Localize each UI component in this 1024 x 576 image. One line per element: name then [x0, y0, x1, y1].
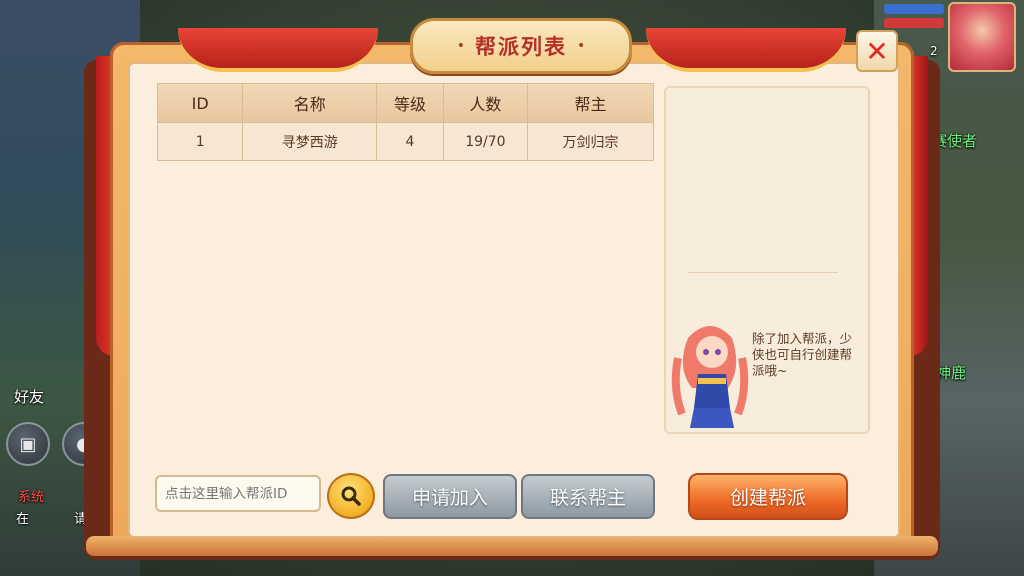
close-icon: ✕	[865, 34, 889, 68]
cell-level: 4	[377, 123, 444, 160]
mp-bar	[884, 4, 944, 14]
game-screen: 2 巅峰赛使者 超级神鹿 泡 好友 ▣ ● 系统 在 请各位少 • 帮派列表 •…	[0, 0, 1024, 576]
contact-leader-button[interactable]: 联系帮主	[521, 474, 655, 519]
apply-join-button[interactable]: 申请加入	[383, 474, 517, 519]
table-row[interactable]: 1 寻梦西游 4 19/70 万剑归宗	[158, 123, 653, 160]
chat-line-prefix: 在	[16, 512, 30, 527]
level-badge: 2	[930, 44, 938, 58]
friends-label[interactable]: 好友	[14, 386, 44, 407]
title-banner: • 帮派列表 •	[410, 18, 632, 74]
column-header-name: 名称	[243, 84, 378, 122]
detail-divider	[688, 272, 838, 273]
dialog-bottom-rim	[86, 536, 938, 556]
search-icon	[341, 486, 361, 506]
dialog-title: 帮派列表	[475, 35, 567, 59]
system-channel-tag: 系统	[18, 490, 45, 505]
title-dot-right: •	[577, 38, 586, 54]
npc-girl-illustration	[671, 326, 749, 428]
column-header-members: 人数	[444, 84, 529, 122]
chat-button[interactable]: ▣	[6, 422, 50, 466]
close-button[interactable]: ✕	[856, 30, 898, 72]
column-header-id: ID	[158, 84, 244, 122]
player-portrait[interactable]	[948, 2, 1016, 72]
column-header-leader: 帮主	[574, 95, 607, 114]
table-header: ID 名称 等级 人数 帮主	[158, 84, 653, 123]
search-button[interactable]	[327, 473, 375, 519]
chat-icon: ▣	[19, 433, 37, 455]
create-guild-button[interactable]: 创建帮派	[688, 473, 848, 520]
cell-name: 寻梦西游	[243, 123, 378, 160]
cell-members: 19/70	[444, 123, 529, 160]
npc-tip-text: 除了加入帮派，少侠也可自行创建帮派哦~	[752, 331, 853, 378]
drape-right-decoration	[646, 28, 846, 72]
column-header-level: 等级	[377, 84, 444, 122]
cell-leader: 万剑归宗	[562, 134, 619, 151]
guild-id-search-input[interactable]	[155, 475, 321, 512]
title-dot-left: •	[456, 38, 465, 54]
guild-table: ID 名称 等级 人数 帮主 1 寻梦西游 4 19/70 万剑归宗	[157, 83, 654, 161]
drape-left-decoration	[178, 28, 378, 72]
cell-id: 1	[158, 123, 244, 160]
hp-bar	[884, 18, 944, 28]
